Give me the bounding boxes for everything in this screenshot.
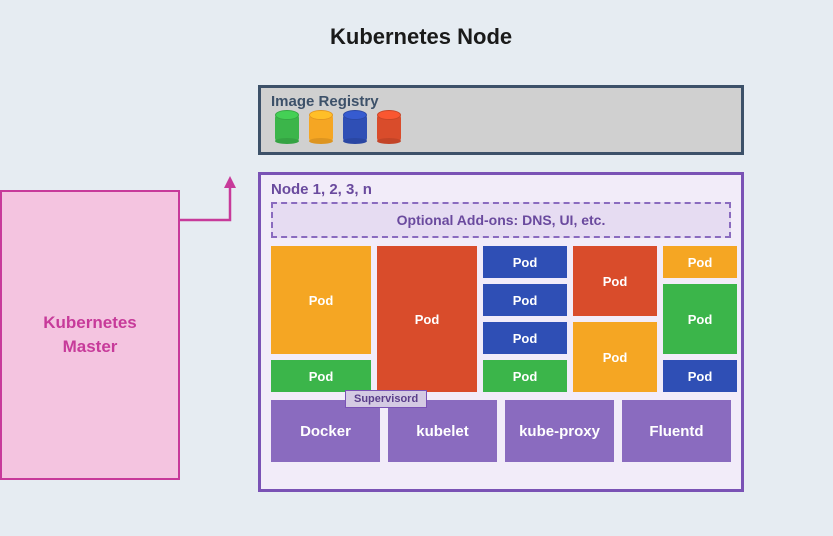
diagram-title: Kubernetes Node — [330, 24, 512, 50]
pod-box: Pod — [377, 246, 477, 392]
registry-image-green-icon — [275, 114, 299, 142]
pods-grid: Pod Pod Pod Pod Pod Pod Pod Pod Pod Pod … — [271, 246, 731, 392]
kubernetes-master-label: Kubernetes Master — [43, 311, 137, 359]
master-to-node-connector-icon — [180, 170, 260, 230]
pod-box: Pod — [271, 360, 371, 392]
supervisord-label: Supervisord — [345, 390, 427, 408]
pod-box: Pod — [663, 246, 737, 278]
daemons-section: Supervisord Docker kubelet kube-proxy Fl… — [271, 400, 731, 462]
image-registry-title: Image Registry — [271, 93, 731, 110]
node-title: Node 1, 2, 3, n — [271, 181, 731, 198]
daemon-kubelet: kubelet — [388, 400, 497, 462]
pod-box: Pod — [483, 284, 567, 316]
pod-box: Pod — [573, 322, 657, 392]
kubernetes-master-box: Kubernetes Master — [0, 190, 180, 480]
registry-image-blue-icon — [343, 114, 367, 142]
daemon-fluentd: Fluentd — [622, 400, 731, 462]
addons-box: Optional Add-ons: DNS, UI, etc. — [271, 202, 731, 238]
registry-images-row — [275, 114, 731, 142]
image-registry-box: Image Registry — [258, 85, 744, 155]
pod-box: Pod — [663, 360, 737, 392]
daemon-docker: Docker — [271, 400, 380, 462]
pod-box: Pod — [573, 246, 657, 316]
registry-image-red-icon — [377, 114, 401, 142]
pod-box: Pod — [483, 360, 567, 392]
daemons-row: Docker kubelet kube-proxy Fluentd — [271, 400, 731, 462]
daemon-kube-proxy: kube-proxy — [505, 400, 614, 462]
registry-image-orange-icon — [309, 114, 333, 142]
pod-box: Pod — [271, 246, 371, 354]
pod-box: Pod — [483, 246, 567, 278]
pod-box: Pod — [663, 284, 737, 354]
pod-box: Pod — [483, 322, 567, 354]
node-box: Node 1, 2, 3, n Optional Add-ons: DNS, U… — [258, 172, 744, 492]
